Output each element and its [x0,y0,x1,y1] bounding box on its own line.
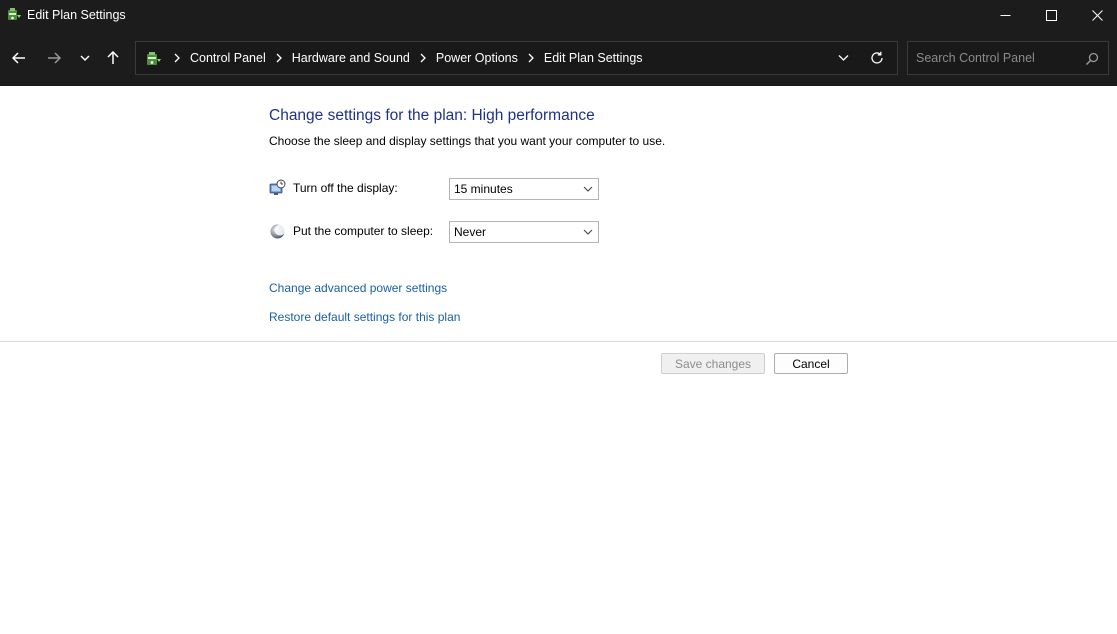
page-title: Change settings for the plan: High perfo… [269,107,595,124]
title-bar: Edit Plan Settings [0,0,1117,31]
chevron-down-icon [583,229,593,235]
search-box[interactable] [907,41,1109,75]
refresh-icon [871,51,883,64]
address-bar[interactable]: Control Panel Hardware and Sound Power O… [135,41,898,75]
breadcrumb-hardware-and-sound[interactable]: Hardware and Sound [290,51,412,65]
window-title: Edit Plan Settings [27,8,126,22]
back-button[interactable] [5,44,33,72]
search-icon[interactable] [1084,51,1100,67]
close-button[interactable] [1074,0,1117,31]
sleep-timeout-label: Put the computer to sleep: [293,224,434,238]
chevron-down-icon [80,55,90,62]
monitor-clock-icon [269,179,286,196]
refresh-button[interactable] [866,48,888,68]
chevron-down-icon [838,55,848,61]
breadcrumb: Control Panel Hardware and Sound Power O… [166,42,645,74]
maximize-icon [1045,10,1057,21]
main-content: Change settings for the plan: High perfo… [0,86,1117,634]
display-timeout-value: 15 minutes [454,182,513,196]
chevron-down-icon [583,186,593,192]
sleep-timeout-value: Never [454,225,487,239]
search-input[interactable] [916,42,1076,74]
advanced-power-settings-link[interactable]: Change advanced power settings [269,281,447,295]
maximize-button[interactable] [1028,0,1074,31]
minimize-icon [1000,15,1010,16]
minimize-button[interactable] [982,0,1028,31]
display-timeout-select[interactable]: 15 minutes [449,178,599,200]
sleep-timeout-select[interactable]: Never [449,221,599,243]
chevron-right-icon[interactable] [523,50,539,66]
control-panel-icon [144,50,162,68]
cancel-button[interactable]: Cancel [774,353,848,374]
divider [0,341,1117,342]
display-timeout-label: Turn off the display: [293,181,398,195]
breadcrumb-control-panel[interactable]: Control Panel [188,51,268,65]
chevron-right-icon[interactable] [271,50,287,66]
navigation-bar: Control Panel Hardware and Sound Power O… [0,31,1117,86]
chevron-right-icon[interactable] [169,50,185,66]
power-options-icon [6,7,22,23]
page-description: Choose the sleep and display settings th… [269,134,666,148]
moon-icon [269,223,286,240]
close-icon [1091,10,1103,21]
breadcrumb-power-options[interactable]: Power Options [434,51,520,65]
save-changes-button[interactable]: Save changes [661,353,765,374]
up-button[interactable] [99,44,127,72]
address-history-button[interactable] [832,49,854,67]
forward-button[interactable] [40,44,68,72]
arrow-right-icon [48,52,61,64]
arrow-up-icon [107,51,119,64]
chevron-right-icon[interactable] [415,50,431,66]
arrow-left-icon [12,52,25,64]
restore-defaults-link[interactable]: Restore default settings for this plan [269,310,460,324]
breadcrumb-edit-plan-settings[interactable]: Edit Plan Settings [542,51,645,65]
recent-locations-button[interactable] [71,44,99,72]
